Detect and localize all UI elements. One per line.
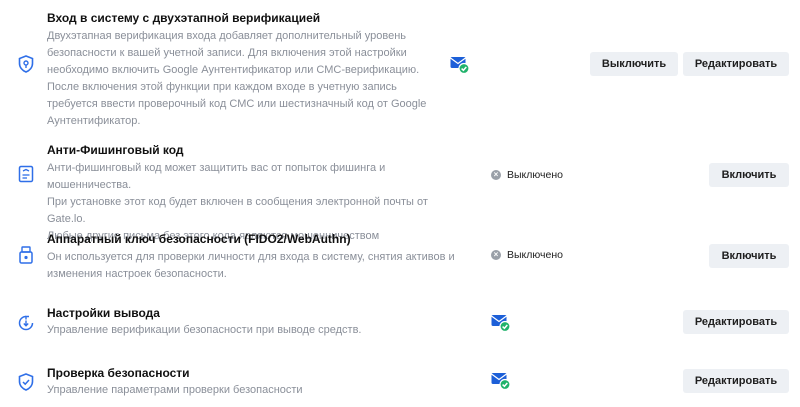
disabled-x-icon: × [491,170,501,180]
edit-button[interactable]: Редактировать [683,52,789,76]
edit-button[interactable]: Редактировать [683,310,789,334]
edit-button[interactable]: Редактировать [683,369,789,393]
shield-check-icon [16,372,36,392]
status-badge: × Выключено [491,249,563,261]
mail-check-icon [450,55,470,75]
section-description: Двухэтапная верификация входа добавляет … [47,30,427,127]
enable-button[interactable]: Включить [709,244,789,268]
section-title: Вход в систему с двухэтапной верификацие… [47,11,321,25]
section-description: Он используется для проверки личности дл… [47,251,455,280]
shield-key-icon [16,54,36,74]
enable-button[interactable]: Включить [709,163,789,187]
section-title: Анти-Фишинговый код [47,143,184,157]
disable-button[interactable]: Выключить [590,52,678,76]
withdraw-settings-icon [16,313,36,333]
mail-check-icon [491,313,511,333]
section-title: Аппаратный ключ безопасности (FIDO2/WebA… [47,232,351,246]
section-description: Управление верификации безопасности при … [47,324,362,336]
section-description: Управление параметрами проверки безопасн… [47,384,303,396]
hardware-key-icon [16,245,36,265]
mail-check-icon [491,371,511,391]
anti-phishing-icon [16,164,36,184]
section-title: Проверка безопасности [47,366,190,380]
disabled-x-icon: × [491,250,501,260]
section-title: Настройки вывода [47,306,160,320]
status-badge: × Выключено [491,169,563,181]
